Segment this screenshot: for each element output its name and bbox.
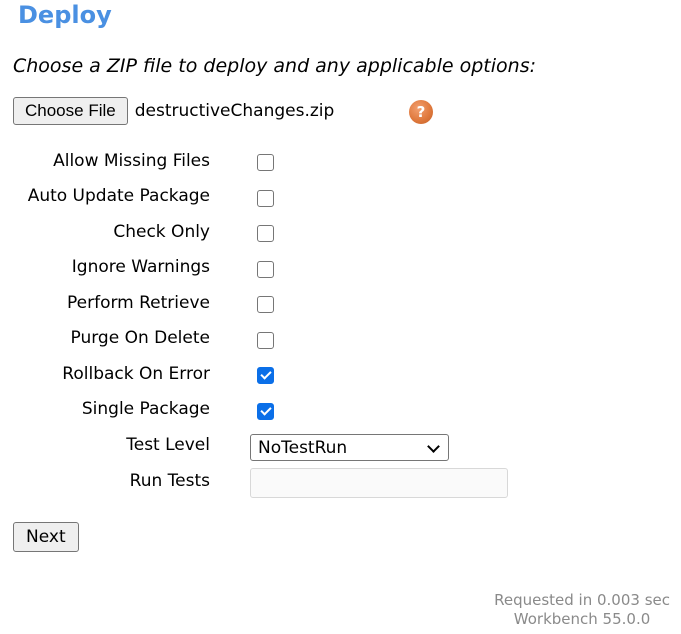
option-label-rollback-on-error: Rollback On Error bbox=[62, 364, 210, 384]
request-timing: Requested in 0.003 sec bbox=[494, 591, 670, 609]
test-level-selected-value: NoTestRun bbox=[258, 437, 348, 458]
instructions-text: Choose a ZIP file to deploy and any appl… bbox=[13, 55, 536, 77]
test-level-label: Test Level bbox=[126, 435, 210, 455]
selected-file-name: destructiveChanges.zip bbox=[134, 101, 335, 121]
option-label-purge-on-delete: Purge On Delete bbox=[70, 328, 211, 348]
checkbox-single-package[interactable] bbox=[257, 403, 274, 420]
option-label-single-package: Single Package bbox=[81, 399, 210, 419]
checkbox-purge-on-delete[interactable] bbox=[257, 332, 274, 349]
option-label-auto-update-package: Auto Update Package bbox=[27, 186, 210, 206]
run-tests-input[interactable] bbox=[250, 468, 508, 498]
option-label-allow-missing-files: Allow Missing Files bbox=[53, 151, 210, 171]
checkbox-rollback-on-error[interactable] bbox=[257, 367, 274, 384]
checkbox-check-only[interactable] bbox=[257, 225, 274, 242]
chevron-down-icon bbox=[427, 440, 440, 453]
page-title: Deploy bbox=[18, 1, 112, 29]
workbench-version: Workbench 55.0.0 bbox=[513, 610, 651, 628]
checkbox-allow-missing-files[interactable] bbox=[257, 154, 274, 171]
choose-file-button[interactable]: Choose File bbox=[13, 97, 128, 125]
checkbox-perform-retrieve[interactable] bbox=[257, 296, 274, 313]
checkbox-auto-update-package[interactable] bbox=[257, 190, 274, 207]
file-picker: Choose File destructiveChanges.zip bbox=[13, 96, 334, 126]
run-tests-label: Run Tests bbox=[129, 471, 210, 491]
option-label-check-only: Check Only bbox=[113, 222, 210, 242]
next-button[interactable]: Next bbox=[13, 522, 79, 552]
help-icon[interactable]: ? bbox=[409, 100, 433, 124]
option-label-ignore-warnings: Ignore Warnings bbox=[71, 257, 210, 277]
option-label-perform-retrieve: Perform Retrieve bbox=[67, 293, 210, 313]
footer: Requested in 0.003 sec Workbench 55.0.0 bbox=[494, 591, 670, 629]
test-level-select[interactable]: NoTestRun bbox=[250, 434, 449, 461]
checkbox-ignore-warnings[interactable] bbox=[257, 261, 274, 278]
